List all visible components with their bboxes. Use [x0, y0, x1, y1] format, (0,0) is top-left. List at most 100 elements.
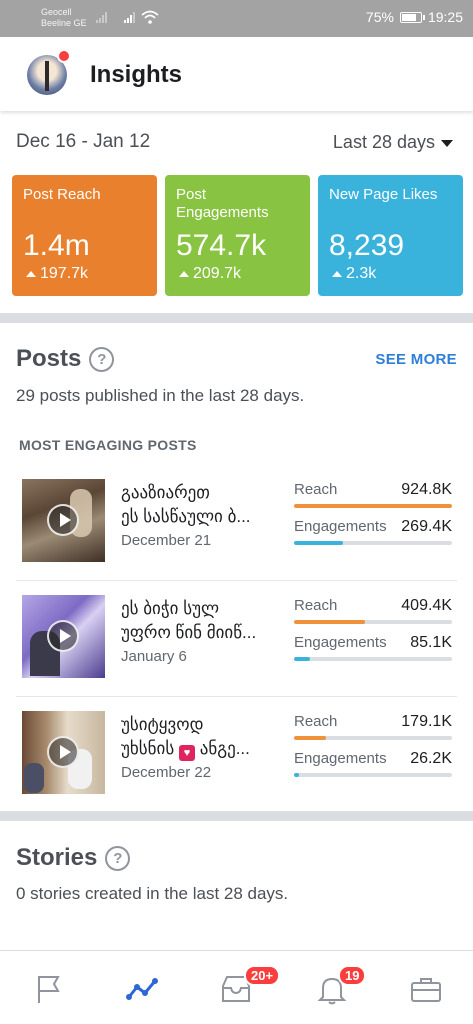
- post-metrics: Reach 924.8K Engagements 269.4K: [294, 481, 452, 555]
- engagements-bar: [294, 541, 452, 545]
- engagements-value: 269.4K: [401, 518, 452, 535]
- reach-value: 924.8K: [401, 481, 452, 498]
- posts-summary: 29 posts published in the last 28 days.: [16, 386, 305, 405]
- post-text: უსიტყვოდ უხსნის ♥ ანგე... December 22: [121, 713, 281, 783]
- posts-title-text: Posts: [16, 345, 82, 372]
- nav-notifications[interactable]: 19: [312, 965, 367, 1009]
- inbox-badge: 20+: [244, 965, 281, 986]
- post-date: December 22: [121, 764, 212, 781]
- bottom-nav: 20+ 19: [0, 950, 473, 1024]
- carrier-2: Beeline GE: [41, 18, 87, 28]
- carrier-names: Geocell Beeline GE: [41, 7, 87, 29]
- post-thumbnail[interactable]: [22, 711, 105, 794]
- help-icon[interactable]: ?: [89, 346, 115, 372]
- post-date: January 6: [121, 648, 187, 665]
- post-metrics: Reach 179.1K Engagements 26.2K: [294, 713, 452, 787]
- card-delta: 2.3k: [332, 265, 376, 283]
- new-page-likes-card[interactable]: New Page Likes 8,239 2.3k: [318, 175, 463, 296]
- card-delta-value: 197.7k: [40, 265, 89, 282]
- play-icon: [47, 620, 79, 652]
- nav-page[interactable]: [28, 969, 68, 1009]
- card-value: 8,239: [329, 229, 405, 262]
- flag-icon: [38, 976, 60, 1003]
- post-text: ეს ბიჭი სულ უფრო წინ მიიწ... January 6: [121, 597, 281, 667]
- see-more-link[interactable]: SEE MORE: [375, 351, 457, 368]
- caret-down-icon: [441, 140, 453, 147]
- stories-summary: 0 stories created in the last 28 days.: [16, 884, 289, 903]
- nav-insights[interactable]: [122, 969, 162, 1009]
- posts-section-title: Posts ?: [16, 345, 115, 373]
- help-icon[interactable]: ?: [105, 845, 131, 871]
- battery-percent: 75%: [365, 9, 394, 25]
- clock: 19:25: [427, 9, 463, 25]
- play-icon: [47, 736, 79, 768]
- section-divider: [0, 811, 473, 821]
- reach-bar: [294, 736, 452, 740]
- card-label: Post Engagements: [176, 186, 269, 221]
- reach-bar: [294, 504, 452, 508]
- post-row[interactable]: გააზიარეთ ეს სასწაული ბ... December 21 R…: [0, 465, 473, 581]
- reach-value: 409.4K: [401, 597, 452, 614]
- section-divider: [0, 313, 473, 323]
- page-title: Insights: [90, 61, 183, 88]
- heart-icon: ♥: [178, 745, 195, 761]
- reach-label: Reach: [294, 713, 338, 730]
- engagements-bar: [294, 773, 452, 777]
- signal-icon: [96, 11, 107, 23]
- app-header: Insights: [0, 37, 473, 111]
- post-date: December 21: [121, 532, 212, 549]
- card-delta: 209.7k: [179, 265, 241, 283]
- post-title-line: უსიტყვოდ: [121, 715, 204, 734]
- date-range-selector-label: Last 28 days: [332, 132, 435, 152]
- briefcase-icon: [411, 978, 441, 1002]
- post-metrics: Reach 409.4K Engagements 85.1K: [294, 597, 452, 671]
- arrow-up-icon: [332, 271, 342, 277]
- date-range-selector[interactable]: Last 28 days: [333, 132, 453, 153]
- post-title-line: გააზიარეთ: [121, 483, 210, 502]
- post-engagements-card[interactable]: Post Engagements 574.7k 209.7k: [165, 175, 310, 296]
- card-label: Post Reach: [23, 186, 101, 203]
- reach-label: Reach: [294, 597, 338, 614]
- post-reach-card[interactable]: Post Reach 1.4m 197.7k: [12, 175, 157, 296]
- engagements-value: 26.2K: [410, 750, 452, 767]
- stories-title-text: Stories: [16, 844, 98, 871]
- engagements-value: 85.1K: [410, 634, 452, 651]
- engagements-label: Engagements: [294, 750, 387, 767]
- nav-tools[interactable]: [406, 969, 446, 1009]
- most-engaging-posts-label: MOST ENGAGING POSTS: [19, 437, 197, 453]
- post-title-line: უფრო წინ მიიწ...: [121, 623, 257, 642]
- post-title-line: ეს ბიჭი სულ: [121, 599, 220, 618]
- post-thumbnail[interactable]: [22, 479, 105, 562]
- engagements-label: Engagements: [294, 634, 387, 651]
- post-title-line: ეს სასწაული ბ...: [121, 507, 251, 526]
- post-title-part: ანგე...: [199, 739, 250, 758]
- post-title-line: უხსნის ♥ ანგე...: [121, 737, 281, 761]
- date-range-label: Dec 16 - Jan 12: [16, 131, 151, 152]
- arrow-up-icon: [179, 271, 189, 277]
- carrier-1: Geocell: [41, 7, 72, 17]
- card-delta-value: 2.3k: [346, 265, 377, 282]
- stories-section-title: Stories ?: [16, 844, 131, 872]
- metric-cards: Post Reach 1.4m 197.7k Post Engagements …: [12, 175, 463, 296]
- card-value: 574.7k: [176, 229, 267, 262]
- battery-icon: [399, 11, 425, 23]
- card-delta: 197.7k: [26, 265, 88, 283]
- reach-bar: [294, 620, 452, 624]
- status-bar: Geocell Beeline GE 75% 19:25: [0, 0, 473, 37]
- play-icon: [47, 504, 79, 536]
- card-delta-value: 209.7k: [193, 265, 242, 282]
- post-title-part: უხსნის: [121, 739, 175, 758]
- engagements-bar: [294, 657, 452, 661]
- reach-label: Reach: [294, 481, 338, 498]
- arrow-up-icon: [26, 271, 36, 277]
- post-row[interactable]: უსიტყვოდ უხსნის ♥ ანგე... December 22 Re…: [0, 697, 473, 813]
- nav-inbox[interactable]: 20+: [216, 965, 281, 1009]
- engagements-label: Engagements: [294, 518, 387, 535]
- card-label: New Page Likes: [329, 186, 438, 203]
- notification-dot: [57, 49, 71, 63]
- post-row[interactable]: ეს ბიჭი სულ უფრო წინ მიიწ... January 6 R…: [0, 581, 473, 697]
- post-thumbnail[interactable]: [22, 595, 105, 678]
- post-text: გააზიარეთ ეს სასწაული ბ... December 21: [121, 481, 281, 551]
- insights-icon: [126, 978, 158, 1000]
- reach-value: 179.1K: [401, 713, 452, 730]
